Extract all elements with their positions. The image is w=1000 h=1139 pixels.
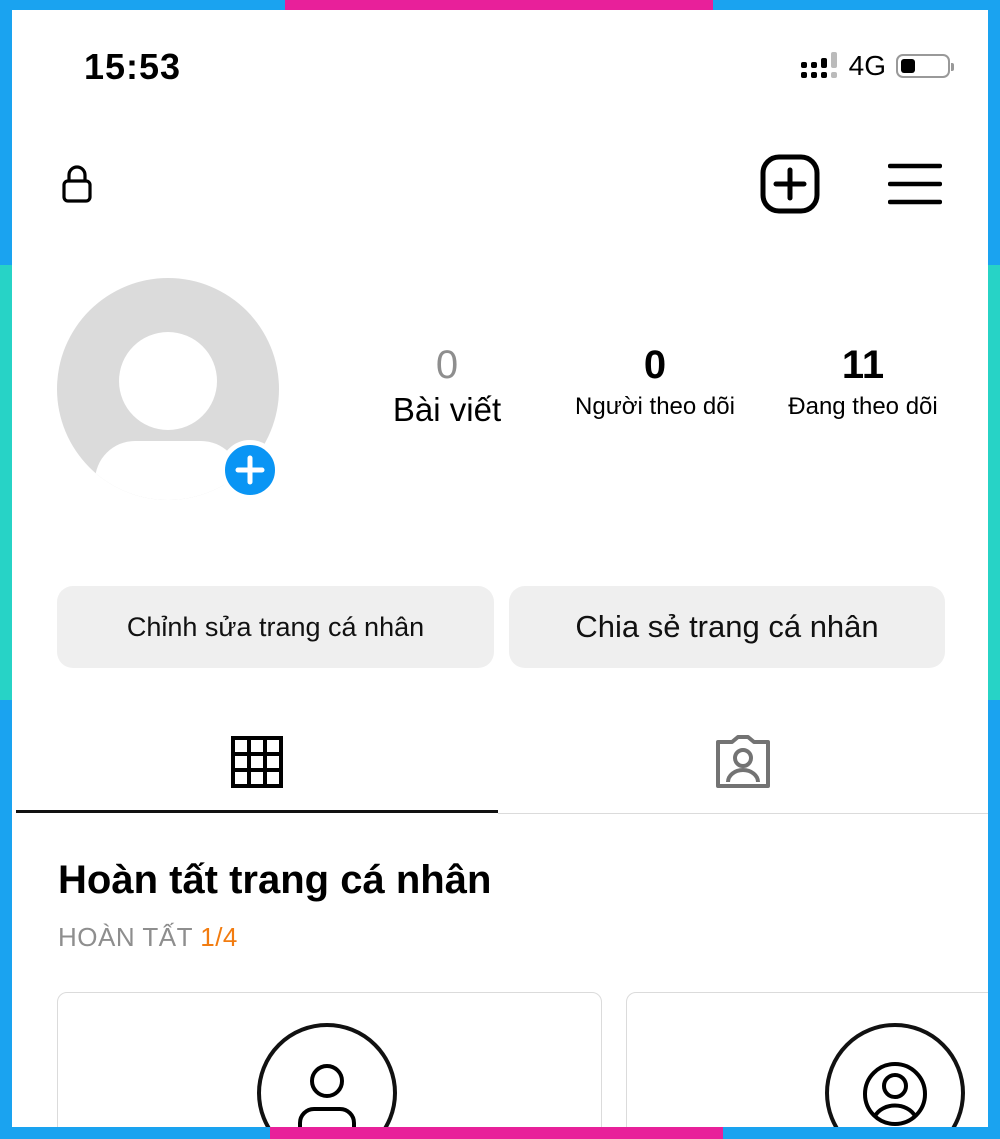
lock-icon[interactable]: [62, 165, 92, 203]
add-photo-button[interactable]: [220, 440, 280, 500]
tagged-icon: [716, 735, 770, 788]
frame-accent-bottom: [270, 1127, 723, 1139]
device-frame: 15:53 4G 0 Bài viết 0 Người theo dõi 11 …: [0, 0, 1000, 1139]
stat-followers-label: Người theo dõi: [575, 393, 735, 420]
profile-photo-icon: [863, 1062, 927, 1126]
profile-screen: 15:53 4G 0 Bài viết 0 Người theo dõi 11 …: [12, 10, 988, 1127]
status-indicators: 4G: [800, 50, 954, 82]
battery-icon: [896, 54, 954, 78]
stat-following-label: Đang theo dõi: [788, 393, 938, 420]
stat-followers[interactable]: 0 Người theo dõi: [562, 345, 748, 421]
tab-posts-grid[interactable]: [16, 710, 498, 814]
share-profile-button[interactable]: Chia sẻ trang cá nhân: [509, 586, 945, 668]
add-post-icon[interactable]: [760, 154, 820, 214]
completion-card-name[interactable]: [57, 992, 602, 1127]
battery-level: [901, 59, 915, 73]
plus-icon: [235, 455, 265, 485]
completion-count: 1/4: [200, 922, 238, 952]
stat-following[interactable]: 11 Đang theo dõi: [768, 345, 958, 421]
tab-divider: [498, 813, 988, 814]
card-icon-ring: [257, 1023, 397, 1127]
status-time: 15:53: [84, 46, 182, 87]
signal-icon: [800, 52, 837, 78]
completion-prefix: HOÀN TẤT: [58, 922, 193, 952]
completion-progress: HOÀN TẤT 1/4: [58, 922, 238, 953]
active-tab-indicator: [16, 810, 498, 813]
stat-posts-label: Bài viết: [392, 391, 502, 428]
tab-tagged[interactable]: [498, 710, 988, 814]
edit-profile-button[interactable]: Chỉnh sửa trang cá nhân: [57, 586, 494, 668]
stat-posts-count: 0: [435, 343, 459, 387]
stat-followers-count: 0: [643, 343, 667, 387]
person-icon: [298, 1064, 356, 1127]
network-type: 4G: [848, 50, 886, 81]
stat-following-count: 11: [841, 343, 885, 387]
card-icon-ring: [825, 1023, 965, 1127]
frame-accent-left: [0, 265, 12, 700]
menu-icon[interactable]: [888, 163, 942, 205]
completion-card-photo[interactable]: [626, 992, 988, 1127]
frame-accent-right: [988, 265, 1000, 700]
stat-posts: 0 Bài viết: [382, 345, 512, 429]
complete-profile-title: Hoàn tất trang cá nhân: [58, 858, 492, 902]
grid-icon: [231, 736, 283, 788]
